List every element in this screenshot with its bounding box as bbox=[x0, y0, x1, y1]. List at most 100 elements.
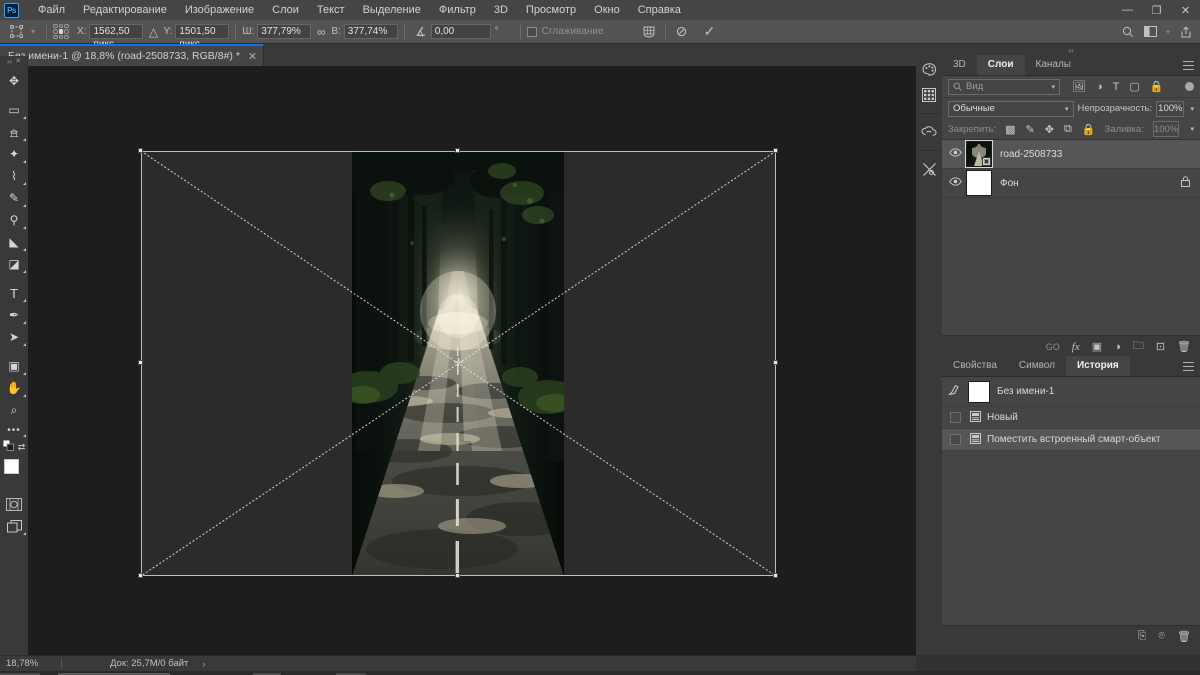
tool-flyout-triangle-icon[interactable] bbox=[23, 226, 26, 229]
quick-mask-button[interactable] bbox=[0, 493, 28, 515]
opacity-value[interactable]: 100% bbox=[1156, 100, 1185, 117]
fill-caret-icon[interactable]: ▾ bbox=[1190, 125, 1194, 133]
angle-input[interactable]: 0,00 bbox=[430, 24, 491, 39]
x-input[interactable]: 1562,50 пикс bbox=[89, 24, 144, 50]
new-layer-icon[interactable]: ⊡ bbox=[1156, 340, 1165, 353]
menu-фильтр[interactable]: Фильтр bbox=[430, 1, 485, 19]
placed-image-road[interactable] bbox=[352, 151, 564, 576]
tool-flyout-triangle-icon[interactable] bbox=[23, 138, 26, 141]
close-button[interactable]: ✕ bbox=[1171, 0, 1200, 20]
clone-stamp-tool[interactable]: ⚲ bbox=[0, 209, 28, 231]
blend-mode-select[interactable]: Обычные ▾ bbox=[948, 100, 1074, 117]
tool-flyout-triangle-icon[interactable] bbox=[23, 160, 26, 163]
layer-mask-icon[interactable]: ▣ bbox=[1092, 340, 1102, 353]
move-tool[interactable]: ✥ bbox=[0, 70, 28, 92]
search-icon[interactable] bbox=[1118, 22, 1138, 42]
smart-object-filter-icon[interactable]: 🔒 bbox=[1150, 80, 1164, 93]
tool-flyout-triangle-icon[interactable] bbox=[23, 248, 26, 251]
delete-state-icon[interactable]: 🗑 bbox=[1177, 630, 1191, 643]
color-palette-icon[interactable] bbox=[916, 56, 942, 82]
layer-visibility-eye-icon[interactable] bbox=[944, 177, 966, 189]
tool-preset-caret-icon[interactable]: ▾ bbox=[26, 22, 40, 42]
minimize-button[interactable]: — bbox=[1113, 0, 1142, 20]
reference-point-selector[interactable] bbox=[53, 23, 69, 40]
shape-tool[interactable]: ▣ bbox=[0, 355, 28, 377]
layer-row[interactable]: Фон bbox=[942, 169, 1200, 198]
y-input[interactable]: 1501,50 пикс bbox=[175, 24, 230, 50]
pixel-filter-icon[interactable]: 🖼 bbox=[1072, 80, 1086, 93]
lasso-tool[interactable]: 𖠿 bbox=[0, 121, 28, 143]
lock-all-icon[interactable]: 🔒 bbox=[1082, 123, 1096, 136]
link-aspect-ratio-icon[interactable]: ∞ bbox=[311, 22, 331, 42]
canvas-area[interactable]: ✛ bbox=[28, 66, 916, 655]
tool-flyout-triangle-icon[interactable] bbox=[23, 299, 26, 302]
swap-colors-icon[interactable]: ⇄ bbox=[18, 442, 26, 453]
history-state-row[interactable]: Новый bbox=[942, 407, 1200, 429]
tab-слои[interactable]: Слои bbox=[976, 55, 1025, 75]
tool-flyout-triangle-icon[interactable] bbox=[23, 182, 26, 185]
warp-icon[interactable] bbox=[639, 22, 659, 42]
close-document-icon[interactable]: ✕ bbox=[248, 50, 257, 63]
layer-filter-caret-icon[interactable]: ▾ bbox=[1051, 83, 1055, 91]
swatches-grid-icon[interactable] bbox=[916, 82, 942, 108]
blend-mode-caret-icon[interactable]: ▾ bbox=[1065, 105, 1069, 113]
new-document-from-state-icon[interactable]: ⎘ bbox=[1138, 630, 1147, 643]
relative-position-icon[interactable]: △ bbox=[143, 22, 163, 42]
layer-filter-select[interactable]: Вид ▾ bbox=[948, 78, 1060, 95]
path-selection-tool[interactable]: ➤ bbox=[0, 326, 28, 348]
link-layers-icon[interactable]: GO bbox=[1046, 342, 1060, 352]
layer-row[interactable]: ▣ road-2508733 bbox=[942, 140, 1200, 169]
magic-wand-tool[interactable]: ✦ bbox=[0, 143, 28, 165]
opacity-caret-icon[interactable]: ▾ bbox=[1190, 105, 1194, 113]
tool-flyout-triangle-icon[interactable] bbox=[23, 343, 26, 346]
tool-flyout-triangle-icon[interactable] bbox=[23, 321, 26, 324]
tool-flyout-triangle-icon[interactable] bbox=[23, 394, 26, 397]
history-panel-menu-icon[interactable] bbox=[1183, 362, 1194, 371]
layer-style-icon[interactable]: fx bbox=[1072, 341, 1080, 353]
menu-справка[interactable]: Справка bbox=[629, 1, 690, 19]
tab-символ[interactable]: Символ bbox=[1008, 356, 1066, 376]
tab-каналы[interactable]: Каналы bbox=[1025, 55, 1083, 75]
tool-flyout-triangle-icon[interactable] bbox=[23, 372, 26, 375]
lock-position-icon[interactable]: ✥ bbox=[1045, 123, 1054, 136]
status-expand-icon[interactable]: › bbox=[202, 659, 205, 669]
lock-transparent-pixels-icon[interactable]: ▩ bbox=[1005, 123, 1015, 136]
share-icon[interactable] bbox=[1176, 22, 1196, 42]
interpolation-checkbox[interactable] bbox=[526, 26, 537, 37]
menu-просмотр[interactable]: Просмотр bbox=[517, 1, 585, 19]
tab-свойства[interactable]: Свойства bbox=[942, 356, 1008, 376]
snapshot-thumbnail[interactable] bbox=[968, 380, 990, 403]
lock-artboard-nesting-icon[interactable]: ⧉ bbox=[1064, 123, 1072, 136]
workspace-caret-icon[interactable]: ▾ bbox=[1162, 22, 1174, 42]
layer-name[interactable]: road-2508733 bbox=[1000, 149, 1200, 160]
eyedropper-tool[interactable]: ⌇ bbox=[0, 165, 28, 187]
type-tool[interactable]: T bbox=[0, 282, 28, 304]
height-input[interactable]: 377,74% bbox=[343, 24, 398, 39]
shape-filter-icon[interactable]: ▢ bbox=[1129, 80, 1139, 93]
menu-файл[interactable]: Файл bbox=[29, 1, 74, 19]
delete-layer-icon[interactable]: 🗑 bbox=[1177, 340, 1191, 353]
history-state-row[interactable]: Поместить встроенный смарт-объект bbox=[942, 429, 1200, 451]
adjustment-layer-icon[interactable]: ◑ bbox=[1114, 341, 1121, 353]
tool-flyout-triangle-icon[interactable] bbox=[23, 116, 26, 119]
layer-visibility-eye-icon[interactable] bbox=[944, 148, 966, 160]
hand-tool[interactable]: ✋ bbox=[0, 377, 28, 399]
tools-icon[interactable] bbox=[916, 156, 942, 182]
menu-выделение[interactable]: Выделение bbox=[354, 1, 430, 19]
type-filter-icon[interactable]: T bbox=[1113, 81, 1120, 93]
workspace-icon[interactable] bbox=[1140, 22, 1160, 42]
lock-image-pixels-icon[interactable]: ✎ bbox=[1026, 123, 1035, 136]
restore-button[interactable]: ❐ bbox=[1142, 0, 1171, 20]
filter-toggle-switch[interactable] bbox=[1185, 82, 1194, 91]
color-swatches[interactable] bbox=[0, 457, 28, 487]
fill-value[interactable]: 100% bbox=[1152, 121, 1180, 137]
layer-name[interactable]: Фон bbox=[1000, 178, 1181, 189]
tab-3d[interactable]: 3D bbox=[942, 55, 977, 75]
tool-flyout-triangle-icon[interactable] bbox=[23, 204, 26, 207]
layers-panel-menu-icon[interactable] bbox=[1183, 61, 1194, 70]
gradient-tool[interactable]: ◪ bbox=[0, 253, 28, 275]
tool-flyout-triangle-icon[interactable] bbox=[23, 270, 26, 273]
pen-tool[interactable]: ✒ bbox=[0, 304, 28, 326]
cancel-transform-icon[interactable]: ⊘ bbox=[672, 22, 692, 42]
new-snapshot-icon[interactable]: ⌾ bbox=[1158, 630, 1165, 643]
